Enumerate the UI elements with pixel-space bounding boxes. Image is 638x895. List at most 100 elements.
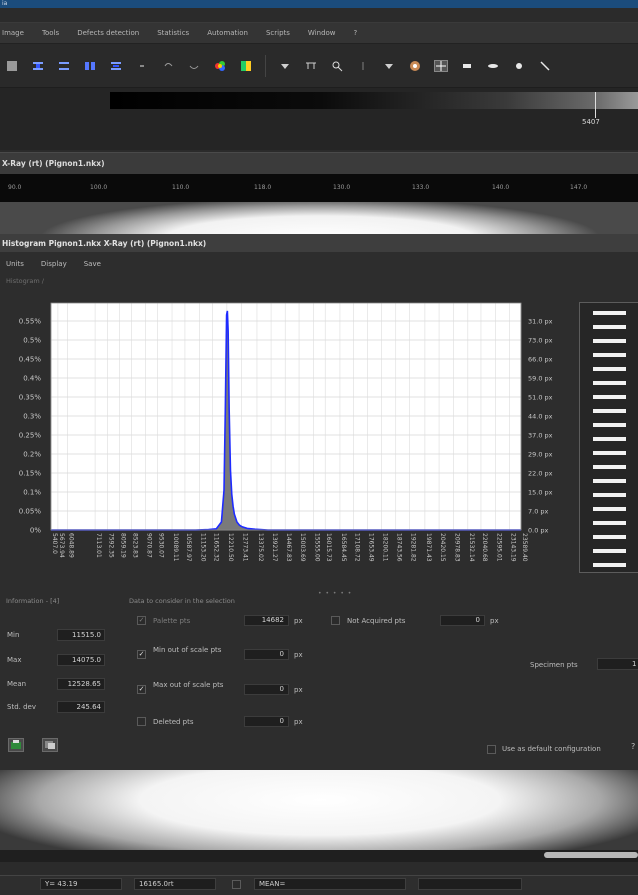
x-tick-label: 11652.32: [212, 533, 219, 562]
y-tick-label-left: 0.15%: [19, 470, 42, 478]
export-image-button[interactable]: [8, 738, 24, 752]
rectangle-tool-icon[interactable]: [460, 60, 474, 72]
copy-image-icon: [45, 741, 55, 749]
max-out-of-scale-value[interactable]: 0: [244, 684, 289, 695]
max-out-of-scale-label: Max out of scale pts: [153, 681, 224, 689]
grid-icon[interactable]: [5, 60, 19, 72]
menu-image[interactable]: Image: [2, 29, 24, 37]
default-configuration-label: Use as default configuration: [502, 745, 601, 753]
x-tick-label: 8059.19: [120, 533, 127, 558]
palette-legend-swatch: [593, 549, 626, 553]
y-tick-label-right: 7.0 px: [528, 508, 549, 516]
y-tick-label-left: 0.35%: [19, 394, 42, 402]
histogram-menu-display[interactable]: Display: [41, 260, 67, 268]
y-tick-label-left: 0.4%: [23, 375, 41, 383]
deleted-pts-checkbox[interactable]: [137, 717, 146, 726]
deleted-pts-value[interactable]: 0: [244, 716, 289, 727]
palette-pts-value[interactable]: 14682: [244, 615, 289, 626]
menu-window[interactable]: Window: [308, 29, 336, 37]
undo-icon[interactable]: [161, 60, 175, 72]
horizontal-scrollbar[interactable]: [0, 850, 638, 862]
palette-legend-swatch: [593, 325, 626, 329]
dropdown-arrow-icon[interactable]: [382, 60, 396, 72]
x-tick-label: 22040.68: [481, 533, 488, 562]
menu-automation[interactable]: Automation: [207, 29, 248, 37]
dropdown-arrow-icon[interactable]: [278, 60, 292, 72]
palette-legend-swatch: [593, 409, 626, 413]
palette-legend-swatch: [593, 423, 626, 427]
info-min-label: Min: [7, 631, 20, 639]
xray-image-view[interactable]: [0, 202, 638, 234]
y-tick-label-left: 0.05%: [19, 508, 42, 516]
not-acquired-pts-value[interactable]: 0: [440, 615, 485, 626]
specimen-pts-value[interactable]: 1: [597, 658, 638, 670]
palette-legend-swatch: [593, 451, 626, 455]
histogram-chart[interactable]: 0.55% 31.0 px 0.5% 73.0 px 0.45% 66.0 px 0.4% 5…: [0, 290, 578, 590]
color-map-icon[interactable]: [239, 60, 253, 72]
x-tick-label: 15555.00: [313, 533, 320, 562]
menu-scripts[interactable]: Scripts: [266, 29, 290, 37]
ruler-label: 100.0: [90, 184, 108, 191]
histogram-menu-save[interactable]: Save: [84, 260, 101, 268]
default-configuration-checkbox[interactable]: [487, 745, 496, 754]
y-tick-label-right: 15.0 px: [528, 489, 553, 497]
status-y-coordinate: Y= 43.19: [40, 878, 122, 890]
palette-pts-label: Palette pts: [153, 617, 191, 625]
dot-icon[interactable]: [135, 60, 149, 72]
x-tick-label: 20420.15: [439, 533, 446, 562]
status-checkbox[interactable]: [232, 880, 241, 889]
columns-icon[interactable]: [83, 60, 97, 72]
y-tick-label-right: 37.0 px: [528, 432, 553, 440]
min-out-of-scale-checkbox[interactable]: ✓: [137, 650, 146, 659]
deleted-pts-unit: px: [294, 718, 303, 726]
max-out-of-scale-checkbox[interactable]: ✓: [137, 685, 146, 694]
align-center-icon[interactable]: [57, 60, 71, 72]
x-tick-label: 15003.69: [299, 533, 306, 562]
palette-pts-checkbox[interactable]: ✓: [137, 616, 146, 625]
palette-legend-swatch: [593, 437, 626, 441]
plot-area: [51, 303, 521, 530]
pointer-icon[interactable]: [434, 59, 448, 72]
horizontal-scrollbar-thumb[interactable]: [544, 852, 638, 858]
color-scale-max-value: 5407: [582, 118, 600, 126]
palette-legend-swatch: [593, 381, 626, 385]
ruler-label: 147.0: [570, 184, 588, 191]
copy-image-button[interactable]: [42, 738, 58, 752]
line-tool-icon[interactable]: [538, 60, 552, 72]
align-left-icon[interactable]: [31, 60, 45, 72]
help-icon[interactable]: ?: [631, 742, 635, 751]
menu-statistics[interactable]: Statistics: [157, 29, 189, 37]
menu-defects-detection[interactable]: Defects detection: [77, 29, 139, 37]
palette-legend: [579, 302, 638, 573]
histogram-menu: Units Display Save: [0, 254, 118, 274]
ellipse-tool-icon[interactable]: [486, 60, 500, 72]
point-tool-icon[interactable]: [512, 60, 526, 72]
x-tick-label: 7592.35: [107, 533, 114, 558]
y-tick-label-right: 44.0 px: [528, 413, 553, 421]
palette-legend-swatch: [593, 479, 626, 483]
paint-icon[interactable]: [408, 60, 422, 72]
x-tick-label: 10587.97: [185, 533, 192, 562]
color-scale-marker[interactable]: [595, 92, 596, 118]
min-out-of-scale-value[interactable]: 0: [244, 649, 289, 660]
x-tick-label: 9070.87: [146, 533, 153, 558]
x-tick-label: 10089.11: [172, 533, 179, 562]
menu-help[interactable]: ?: [354, 29, 358, 37]
color-palette-icon[interactable]: [213, 60, 227, 72]
magnifier-icon[interactable]: [330, 60, 344, 72]
specimen-image-view[interactable]: [0, 770, 638, 850]
xray-panel-title: X-Ray (rt) (Pignon1.nkx): [2, 159, 105, 168]
ruler-icon[interactable]: [304, 60, 318, 72]
y-tick-label-right: 66.0 px: [528, 356, 553, 364]
not-acquired-pts-checkbox[interactable]: [331, 616, 340, 625]
color-scale-bar[interactable]: [110, 92, 638, 109]
info-stddev-label: Std. dev: [7, 703, 36, 711]
palette-legend-swatch: [593, 521, 626, 525]
align-right-icon[interactable]: [109, 60, 123, 72]
xray-panel-header: X-Ray (rt) (Pignon1.nkx): [0, 152, 638, 174]
histogram-menu-units[interactable]: Units: [6, 260, 24, 268]
panel-splitter-handle[interactable]: • • • • •: [318, 590, 352, 597]
redo-icon[interactable]: [187, 60, 201, 72]
menu-tools[interactable]: Tools: [42, 29, 59, 37]
y-tick-label-left: 0.2%: [23, 451, 41, 459]
